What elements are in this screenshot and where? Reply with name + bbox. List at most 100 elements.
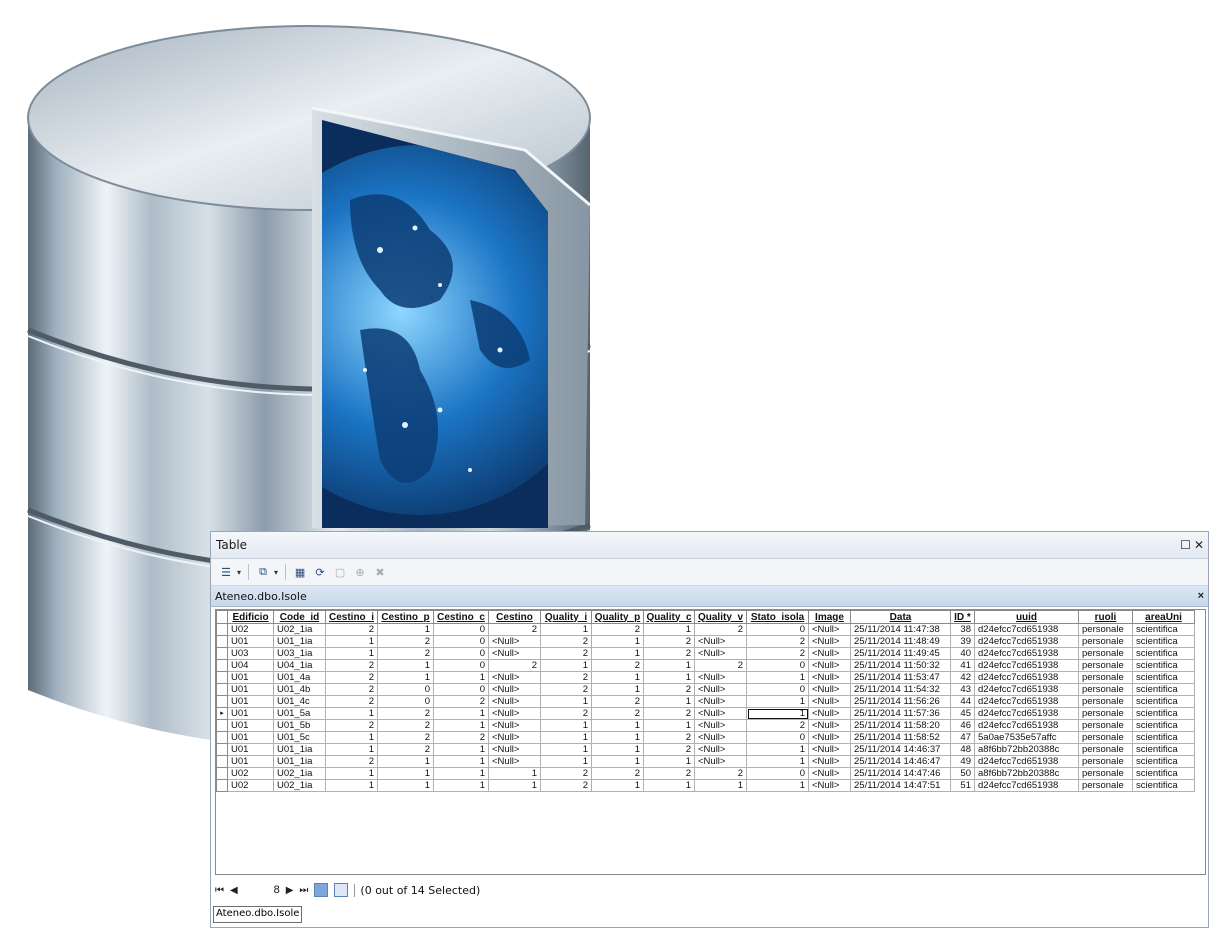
table-cell[interactable]: personale	[1078, 647, 1133, 660]
table-options-dropdown-icon[interactable]: ▾	[237, 568, 241, 577]
table-cell[interactable]: <Null>	[488, 743, 541, 756]
table-tab[interactable]: Ateneo.dbo.Isole	[213, 906, 303, 923]
table-cell[interactable]: U02_1ia	[273, 623, 326, 636]
table-cell[interactable]: d24efcc7cd651938	[974, 635, 1079, 648]
table-cell[interactable]: 2	[488, 659, 541, 672]
table-cell[interactable]: scientifica	[1132, 731, 1195, 744]
table-row[interactable]: U02 U02_1ia 1 1 1 1 2 2 2 2 0 <Null> 25/11/2014 14:4…	[216, 767, 1195, 780]
table-cell[interactable]: 2	[643, 647, 695, 660]
table-cell[interactable]: 1	[433, 755, 489, 768]
table-cell[interactable]: 0	[433, 659, 489, 672]
table-cell[interactable]: 2	[643, 767, 695, 780]
table-cell[interactable]: <Null>	[488, 731, 541, 744]
switch-selection-icon[interactable]: ⟳	[311, 563, 329, 581]
table-cell[interactable]: 0	[433, 623, 489, 636]
table-cell[interactable]: <Null>	[694, 743, 747, 756]
table-cell[interactable]: <Null>	[488, 647, 541, 660]
table-cell[interactable]: 1	[591, 755, 644, 768]
table-cell[interactable]: 1	[377, 671, 434, 684]
table-cell[interactable]: scientifica	[1132, 623, 1195, 636]
table-cell[interactable]: d24efcc7cd651938	[974, 779, 1079, 792]
table-cell[interactable]: 39	[950, 635, 975, 648]
table-cell[interactable]: scientifica	[1132, 743, 1195, 756]
table-cell[interactable]: scientifica	[1132, 635, 1195, 648]
table-cell[interactable]: 2	[540, 683, 592, 696]
table-cell[interactable]: 1	[540, 731, 592, 744]
maximize-icon[interactable]: ☐	[1180, 538, 1191, 552]
table-cell[interactable]: 1	[746, 779, 809, 792]
table-cell[interactable]: U01	[227, 731, 274, 744]
table-cell[interactable]: 2	[643, 743, 695, 756]
table-cell[interactable]: <Null>	[488, 719, 541, 732]
table-cell[interactable]: 2	[433, 695, 489, 708]
delete-selected-icon[interactable]: ✖	[371, 563, 389, 581]
table-cell[interactable]: 43	[950, 683, 975, 696]
table-cell[interactable]: 5a0ae7535e57affc	[974, 731, 1079, 744]
table-cell[interactable]: 1	[433, 671, 489, 684]
table-cell[interactable]: U01	[227, 707, 274, 720]
table-cell[interactable]: personale	[1078, 755, 1133, 768]
table-cell[interactable]: 25/11/2014 14:46:37	[850, 743, 951, 756]
table-cell[interactable]: 25/11/2014 11:48:49	[850, 635, 951, 648]
table-cell[interactable]: 0	[746, 731, 809, 744]
table-cell[interactable]: 1	[377, 623, 434, 636]
table-cell[interactable]: d24efcc7cd651938	[974, 707, 1079, 720]
table-cell[interactable]: <Null>	[808, 707, 851, 720]
table-cell[interactable]: <Null>	[808, 671, 851, 684]
table-cell[interactable]: a8f6bb72bb20388c	[974, 767, 1079, 780]
table-cell[interactable]: 1	[746, 695, 809, 708]
table-cell[interactable]: personale	[1078, 623, 1133, 636]
table-cell[interactable]: 1	[325, 779, 378, 792]
column-header[interactable]: Cestino_i	[325, 610, 378, 624]
column-header[interactable]: ID *	[950, 610, 975, 624]
table-cell[interactable]: 1	[643, 695, 695, 708]
table-cell[interactable]: 1	[433, 707, 489, 720]
table-cell[interactable]: 1	[591, 683, 644, 696]
table-cell[interactable]: 1	[540, 743, 592, 756]
table-cell[interactable]: 1	[643, 779, 695, 792]
table-cell[interactable]: 1	[746, 755, 809, 768]
table-cell[interactable]: 2	[694, 659, 747, 672]
table-cell[interactable]: U01_4c	[273, 695, 326, 708]
table-row[interactable]: ▸ U01 U01_5a 1 2 1 <Null> 2 2 2 <Null> 1 <Null> 25/11…	[216, 707, 1195, 720]
row-selector[interactable]	[216, 635, 228, 648]
table-cell[interactable]: d24efcc7cd651938	[974, 719, 1079, 732]
table-cell[interactable]: 1	[325, 647, 378, 660]
table-cell[interactable]: 38	[950, 623, 975, 636]
table-cell[interactable]: <Null>	[488, 683, 541, 696]
table-cell[interactable]: U01_4b	[273, 683, 326, 696]
table-cell[interactable]: personale	[1078, 695, 1133, 708]
table-cell[interactable]: 2	[746, 719, 809, 732]
related-tables-icon[interactable]: ⧉	[254, 563, 272, 581]
table-cell[interactable]: 1	[746, 743, 809, 756]
table-cell[interactable]: 2	[591, 767, 644, 780]
table-row[interactable]: U01 U01_5b 2 2 1 <Null> 1 1 1 <Null> 2 <Null> 25/11/…	[216, 719, 1195, 732]
table-cell[interactable]: 2	[746, 647, 809, 660]
table-cell[interactable]: 0	[377, 695, 434, 708]
table-cell[interactable]: 2	[540, 671, 592, 684]
clear-selection-icon[interactable]: ▢	[331, 563, 349, 581]
table-cell[interactable]: 0	[746, 623, 809, 636]
table-cell[interactable]: d24efcc7cd651938	[974, 695, 1079, 708]
table-cell[interactable]: 2	[540, 767, 592, 780]
table-cell[interactable]: 1	[591, 635, 644, 648]
table-cell[interactable]: 1	[591, 779, 644, 792]
table-cell[interactable]: 2	[746, 635, 809, 648]
table-cell[interactable]: <Null>	[808, 731, 851, 744]
column-header[interactable]: ruoli	[1078, 610, 1133, 624]
table-cell[interactable]: 1	[325, 707, 378, 720]
table-cell[interactable]: 1	[325, 731, 378, 744]
table-row[interactable]: U04 U04_1ia 2 1 0 2 1 2 1 2 0 <Null> 25/11/2014 11:5…	[216, 659, 1195, 672]
row-selector[interactable]	[216, 623, 228, 636]
show-all-records-icon[interactable]	[314, 883, 329, 897]
table-cell[interactable]: personale	[1078, 659, 1133, 672]
table-cell[interactable]: U01	[227, 695, 274, 708]
table-cell[interactable]: 1	[746, 671, 809, 684]
table-cell[interactable]: <Null>	[808, 755, 851, 768]
table-cell[interactable]: 51	[950, 779, 975, 792]
table-cell[interactable]: 1	[746, 707, 809, 720]
table-cell[interactable]: U02	[227, 779, 274, 792]
column-header[interactable]: Cestino_c	[433, 610, 489, 624]
table-cell[interactable]: 1	[540, 695, 592, 708]
table-cell[interactable]: U01	[227, 635, 274, 648]
